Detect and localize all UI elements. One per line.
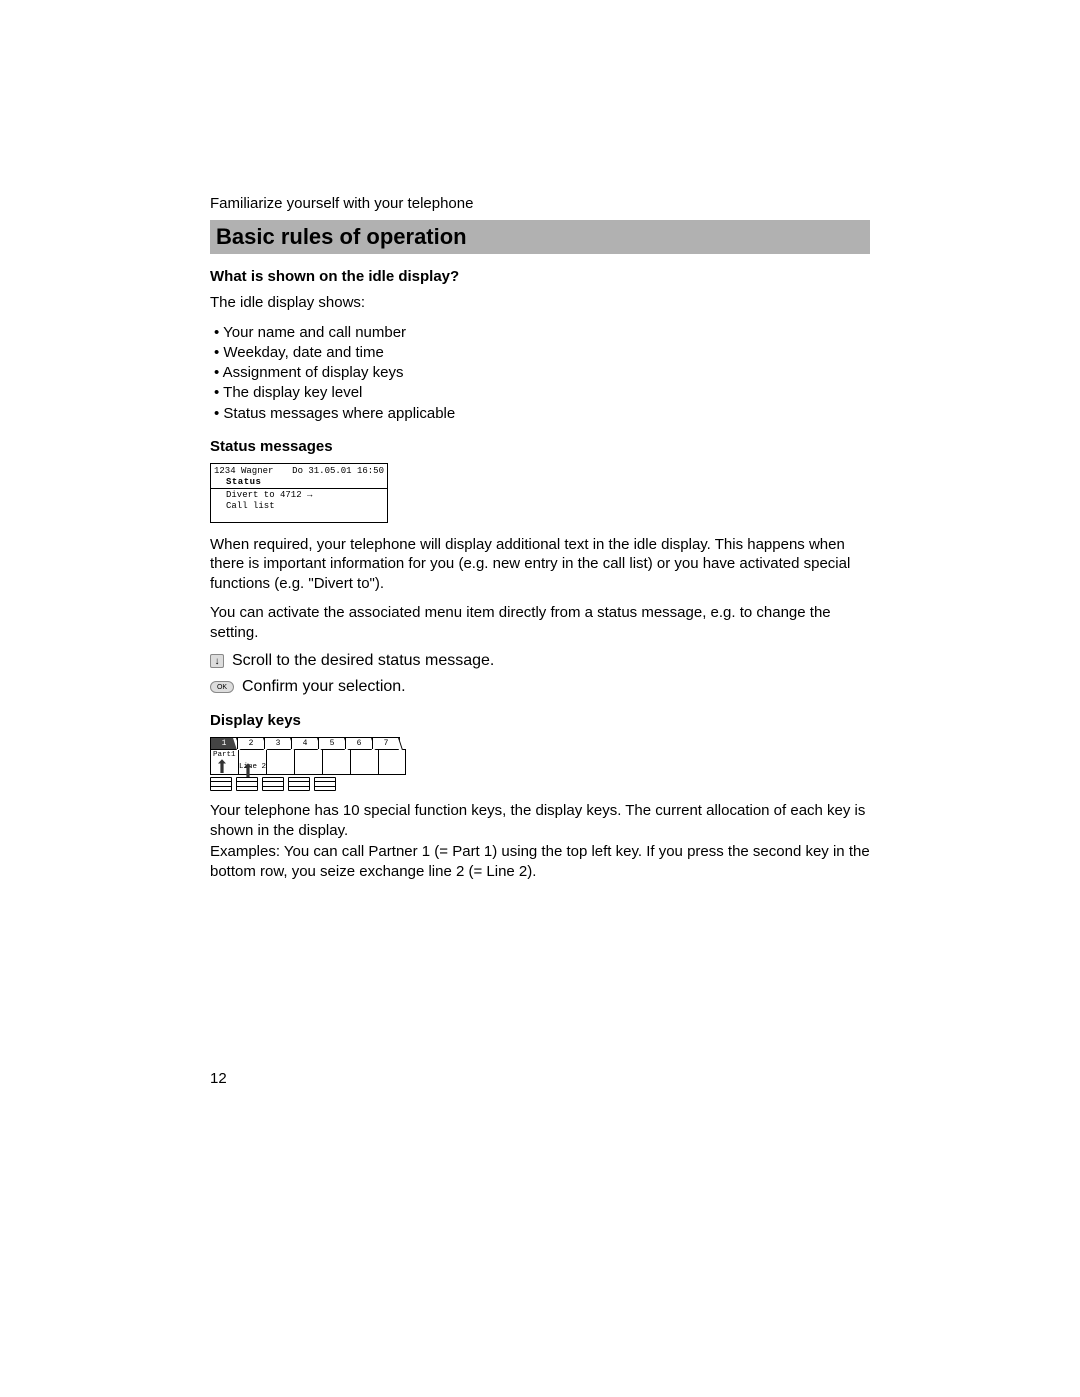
display-keys-para-2: Examples: You can call Partner 1 (= Part… — [210, 842, 870, 881]
page-number: 12 — [210, 1070, 227, 1087]
list-item: The display key level — [214, 383, 870, 403]
display-keys-diagram: 1 2 3 4 5 6 7 Part1 Line 2 — [210, 737, 420, 791]
screen-cell — [295, 750, 323, 774]
screen-cell — [379, 750, 405, 774]
list-item: Assignment of display keys — [214, 363, 870, 383]
subheading-display-keys: Display keys — [210, 712, 870, 729]
screen-cell — [323, 750, 351, 774]
display-key — [314, 781, 336, 791]
display-divider — [211, 488, 387, 489]
screen-cell — [267, 750, 295, 774]
display-key — [262, 781, 284, 791]
step-scroll-text: Scroll to the desired status message. — [232, 652, 494, 670]
screen-cell — [351, 750, 379, 774]
level-tab: 3 — [264, 737, 292, 749]
subheading-idle-display: What is shown on the idle display? — [210, 268, 870, 285]
display-msg-calllist: Call list — [214, 501, 384, 512]
section-title: Basic rules of operation — [216, 224, 864, 250]
level-tab: 1 — [210, 737, 238, 749]
display-screen: Part1 — [210, 749, 406, 775]
status-para-1: When required, your telephone will displ… — [210, 535, 870, 594]
document-page: Familiarize yourself with your telephone… — [0, 0, 1080, 1397]
display-datetime: Do 31.05.01 16:50 — [292, 466, 384, 477]
list-item: Your name and call number — [214, 323, 870, 343]
section-title-bar: Basic rules of operation — [210, 220, 870, 254]
screen-cell-part1: Part1 — [211, 750, 239, 774]
display-key — [288, 781, 310, 791]
step-confirm-text: Confirm your selection. — [242, 678, 406, 696]
arrow-down-icon: ↓ — [210, 654, 224, 668]
display-name-number: 1234 Wagner — [214, 466, 273, 477]
level-tab: 4 — [291, 737, 319, 749]
level-tab: 2 — [237, 737, 265, 749]
step-scroll: ↓ Scroll to the desired status message. — [210, 652, 870, 670]
ok-icon: OK — [210, 681, 234, 693]
list-item: Status messages where applicable — [214, 404, 870, 424]
display-keys-para-1: Your telephone has 10 special function k… — [210, 801, 870, 840]
breadcrumb: Familiarize yourself with your telephone — [210, 195, 870, 212]
phone-display-status: 1234 Wagner Do 31.05.01 16:50 Status Div… — [210, 463, 388, 523]
display-key: Line 2 — [236, 777, 258, 787]
level-tab: 6 — [345, 737, 373, 749]
level-tabs: 1 2 3 4 5 6 7 — [210, 737, 420, 749]
idle-display-list: Your name and call number Weekday, date … — [210, 323, 870, 424]
status-para-2: You can activate the associated menu ite… — [210, 603, 870, 642]
display-msg-divert: Divert to 4712 → — [214, 490, 384, 501]
level-tab: 5 — [318, 737, 346, 749]
display-status-label: Status — [214, 477, 384, 488]
step-confirm: OK Confirm your selection. — [210, 678, 870, 696]
screen-subcell-line2: Line 2 — [239, 763, 266, 771]
intro-text: The idle display shows: — [210, 293, 870, 313]
display-key — [210, 781, 232, 791]
list-item: Weekday, date and time — [214, 343, 870, 363]
subheading-status-messages: Status messages — [210, 438, 870, 455]
level-tab: 7 — [372, 737, 400, 749]
